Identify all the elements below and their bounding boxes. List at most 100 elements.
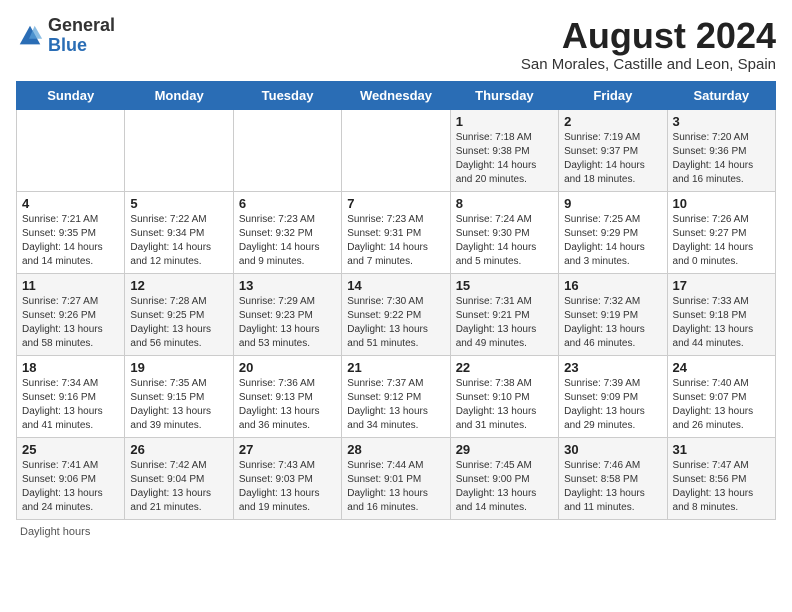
- calendar-cell: 9Sunrise: 7:25 AMSunset: 9:29 PMDaylight…: [559, 191, 667, 273]
- day-info: Sunrise: 7:44 AMSunset: 9:01 PMDaylight:…: [347, 459, 444, 515]
- day-number: 18: [22, 360, 119, 375]
- weekday-header-tuesday: Tuesday: [233, 81, 341, 109]
- day-number: 23: [564, 360, 661, 375]
- calendar-cell: 7Sunrise: 7:23 AMSunset: 9:31 PMDaylight…: [342, 191, 450, 273]
- calendar-cell: 20 Sunrise: 7:36 AMSunset: 9:13 PMDayligh…: [233, 355, 341, 437]
- calendar-cell: 21 Sunrise: 7:37 AMSunset: 9:12 PMDayligh…: [342, 355, 450, 437]
- page-header: General Blue August 2024 San Morales, Ca…: [16, 16, 776, 73]
- footer-daylight: Daylight hours: [16, 526, 776, 538]
- day-info: Sunrise: 7:27 AMSunset: 9:26 PMDaylight:…: [22, 295, 119, 351]
- day-number: 10: [673, 196, 770, 211]
- calendar-cell: 28 Sunrise: 7:44 AMSunset: 9:01 PMDayligh…: [342, 437, 450, 519]
- day-number: 13: [239, 278, 336, 293]
- calendar-cell: 25 Sunrise: 7:41 AMSunset: 9:06 PMDayligh…: [17, 437, 125, 519]
- calendar-cell: 24 Sunrise: 7:40 AMSunset: 9:07 PMDayligh…: [667, 355, 775, 437]
- day-info: Sunrise: 7:30 AMSunset: 9:22 PMDaylight:…: [347, 295, 444, 351]
- calendar-cell: 2Sunrise: 7:19 AMSunset: 9:37 PMDaylight…: [559, 109, 667, 191]
- calendar-cell: 6 Sunrise: 7:23 AMSunset: 9:32 PMDaylight…: [233, 191, 341, 273]
- day-info: Sunrise: 7:38 AMSunset: 9:10 PMDaylight:…: [456, 377, 553, 433]
- day-number: 3: [673, 114, 770, 129]
- calendar-cell: 26 Sunrise: 7:42 AMSunset: 9:04 PMDayligh…: [125, 437, 233, 519]
- day-number: 14: [347, 278, 444, 293]
- weekday-header-sunday: Sunday: [17, 81, 125, 109]
- day-info: Sunrise: 7:29 AMSunset: 9:23 PMDaylight:…: [239, 295, 336, 351]
- calendar-title: August 2024: [521, 16, 776, 56]
- day-info: Sunrise: 7:46 AMSunset: 8:58 PMDaylight:…: [564, 459, 661, 515]
- day-number: 24: [673, 360, 770, 375]
- day-info: Sunrise: 7:25 AMSunset: 9:29 PMDaylight:…: [564, 213, 661, 269]
- day-number: 25: [22, 442, 119, 457]
- logo-general-text: General: [48, 15, 115, 35]
- calendar-cell: 19Sunrise: 7:35 AMSunset: 9:15 PMDayligh…: [125, 355, 233, 437]
- day-number: 30: [564, 442, 661, 457]
- day-info: Sunrise: 7:19 AMSunset: 9:37 PMDaylight:…: [564, 131, 661, 187]
- calendar-cell: 4Sunrise: 7:21 AMSunset: 9:35 PMDaylight…: [17, 191, 125, 273]
- day-number: 22: [456, 360, 553, 375]
- day-number: 7: [347, 196, 444, 211]
- calendar-week-5: 25 Sunrise: 7:41 AMSunset: 9:06 PMDayligh…: [17, 437, 776, 519]
- day-info: Sunrise: 7:34 AMSunset: 9:16 PMDaylight:…: [22, 377, 119, 433]
- calendar-cell: [233, 109, 341, 191]
- day-number: 16: [564, 278, 661, 293]
- day-info: Sunrise: 7:36 AMSunset: 9:13 PMDaylight:…: [239, 377, 336, 433]
- day-number: 28: [347, 442, 444, 457]
- day-number: 6: [239, 196, 336, 211]
- weekday-header-saturday: Saturday: [667, 81, 775, 109]
- calendar-subtitle: San Morales, Castille and Leon, Spain: [521, 56, 776, 73]
- calendar-week-1: 1 Sunrise: 7:18 AMSunset: 9:38 PMDaylight…: [17, 109, 776, 191]
- day-info: Sunrise: 7:28 AMSunset: 9:25 PMDaylight:…: [130, 295, 227, 351]
- day-info: Sunrise: 7:45 AMSunset: 9:00 PMDaylight:…: [456, 459, 553, 515]
- calendar-week-3: 11 Sunrise: 7:27 AMSunset: 9:26 PMDayligh…: [17, 273, 776, 355]
- day-info: Sunrise: 7:35 AMSunset: 9:15 PMDaylight:…: [130, 377, 227, 433]
- day-number: 20: [239, 360, 336, 375]
- calendar-cell: 31 Sunrise: 7:47 AMSunset: 8:56 PMDayligh…: [667, 437, 775, 519]
- day-info: Sunrise: 7:33 AMSunset: 9:18 PMDaylight:…: [673, 295, 770, 351]
- calendar-cell: 27Sunrise: 7:43 AMSunset: 9:03 PMDayligh…: [233, 437, 341, 519]
- day-number: 1: [456, 114, 553, 129]
- day-number: 4: [22, 196, 119, 211]
- calendar-cell: 15Sunrise: 7:31 AMSunset: 9:21 PMDayligh…: [450, 273, 558, 355]
- calendar-cell: 18 Sunrise: 7:34 AMSunset: 9:16 PMDayligh…: [17, 355, 125, 437]
- weekday-header-monday: Monday: [125, 81, 233, 109]
- calendar-cell: 17 Sunrise: 7:33 AMSunset: 9:18 PMDayligh…: [667, 273, 775, 355]
- calendar-cell: 14 Sunrise: 7:30 AMSunset: 9:22 PMDayligh…: [342, 273, 450, 355]
- logo-blue-text: Blue: [48, 35, 87, 55]
- calendar-cell: 8 Sunrise: 7:24 AMSunset: 9:30 PMDaylight…: [450, 191, 558, 273]
- day-number: 15: [456, 278, 553, 293]
- day-number: 31: [673, 442, 770, 457]
- calendar-cell: 11 Sunrise: 7:27 AMSunset: 9:26 PMDayligh…: [17, 273, 125, 355]
- calendar-cell: [17, 109, 125, 191]
- calendar-cell: 29Sunrise: 7:45 AMSunset: 9:00 PMDayligh…: [450, 437, 558, 519]
- title-block: August 2024 San Morales, Castille and Le…: [521, 16, 776, 73]
- day-number: 12: [130, 278, 227, 293]
- logo-icon: [16, 22, 44, 50]
- day-info: Sunrise: 7:42 AMSunset: 9:04 PMDaylight:…: [130, 459, 227, 515]
- calendar-cell: 30 Sunrise: 7:46 AMSunset: 8:58 PMDayligh…: [559, 437, 667, 519]
- calendar-header: SundayMondayTuesdayWednesdayThursdayFrid…: [17, 81, 776, 109]
- weekday-header-wednesday: Wednesday: [342, 81, 450, 109]
- day-info: Sunrise: 7:24 AMSunset: 9:30 PMDaylight:…: [456, 213, 553, 269]
- calendar-cell: 12 Sunrise: 7:28 AMSunset: 9:25 PMDayligh…: [125, 273, 233, 355]
- day-number: 21: [347, 360, 444, 375]
- day-number: 17: [673, 278, 770, 293]
- calendar-cell: [342, 109, 450, 191]
- weekday-header-thursday: Thursday: [450, 81, 558, 109]
- day-number: 11: [22, 278, 119, 293]
- day-info: Sunrise: 7:23 AMSunset: 9:32 PMDaylight:…: [239, 213, 336, 269]
- day-info: Sunrise: 7:47 AMSunset: 8:56 PMDaylight:…: [673, 459, 770, 515]
- day-info: Sunrise: 7:43 AMSunset: 9:03 PMDaylight:…: [239, 459, 336, 515]
- logo: General Blue: [16, 16, 115, 56]
- weekday-header-row: SundayMondayTuesdayWednesdayThursdayFrid…: [17, 81, 776, 109]
- day-info: Sunrise: 7:41 AMSunset: 9:06 PMDaylight:…: [22, 459, 119, 515]
- calendar-week-2: 4Sunrise: 7:21 AMSunset: 9:35 PMDaylight…: [17, 191, 776, 273]
- day-info: Sunrise: 7:18 AMSunset: 9:38 PMDaylight:…: [456, 131, 553, 187]
- day-info: Sunrise: 7:37 AMSunset: 9:12 PMDaylight:…: [347, 377, 444, 433]
- day-number: 26: [130, 442, 227, 457]
- calendar-cell: [125, 109, 233, 191]
- day-info: Sunrise: 7:40 AMSunset: 9:07 PMDaylight:…: [673, 377, 770, 433]
- day-number: 8: [456, 196, 553, 211]
- calendar-cell: 10Sunrise: 7:26 AMSunset: 9:27 PMDayligh…: [667, 191, 775, 273]
- day-info: Sunrise: 7:22 AMSunset: 9:34 PMDaylight:…: [130, 213, 227, 269]
- day-info: Sunrise: 7:39 AMSunset: 9:09 PMDaylight:…: [564, 377, 661, 433]
- day-number: 5: [130, 196, 227, 211]
